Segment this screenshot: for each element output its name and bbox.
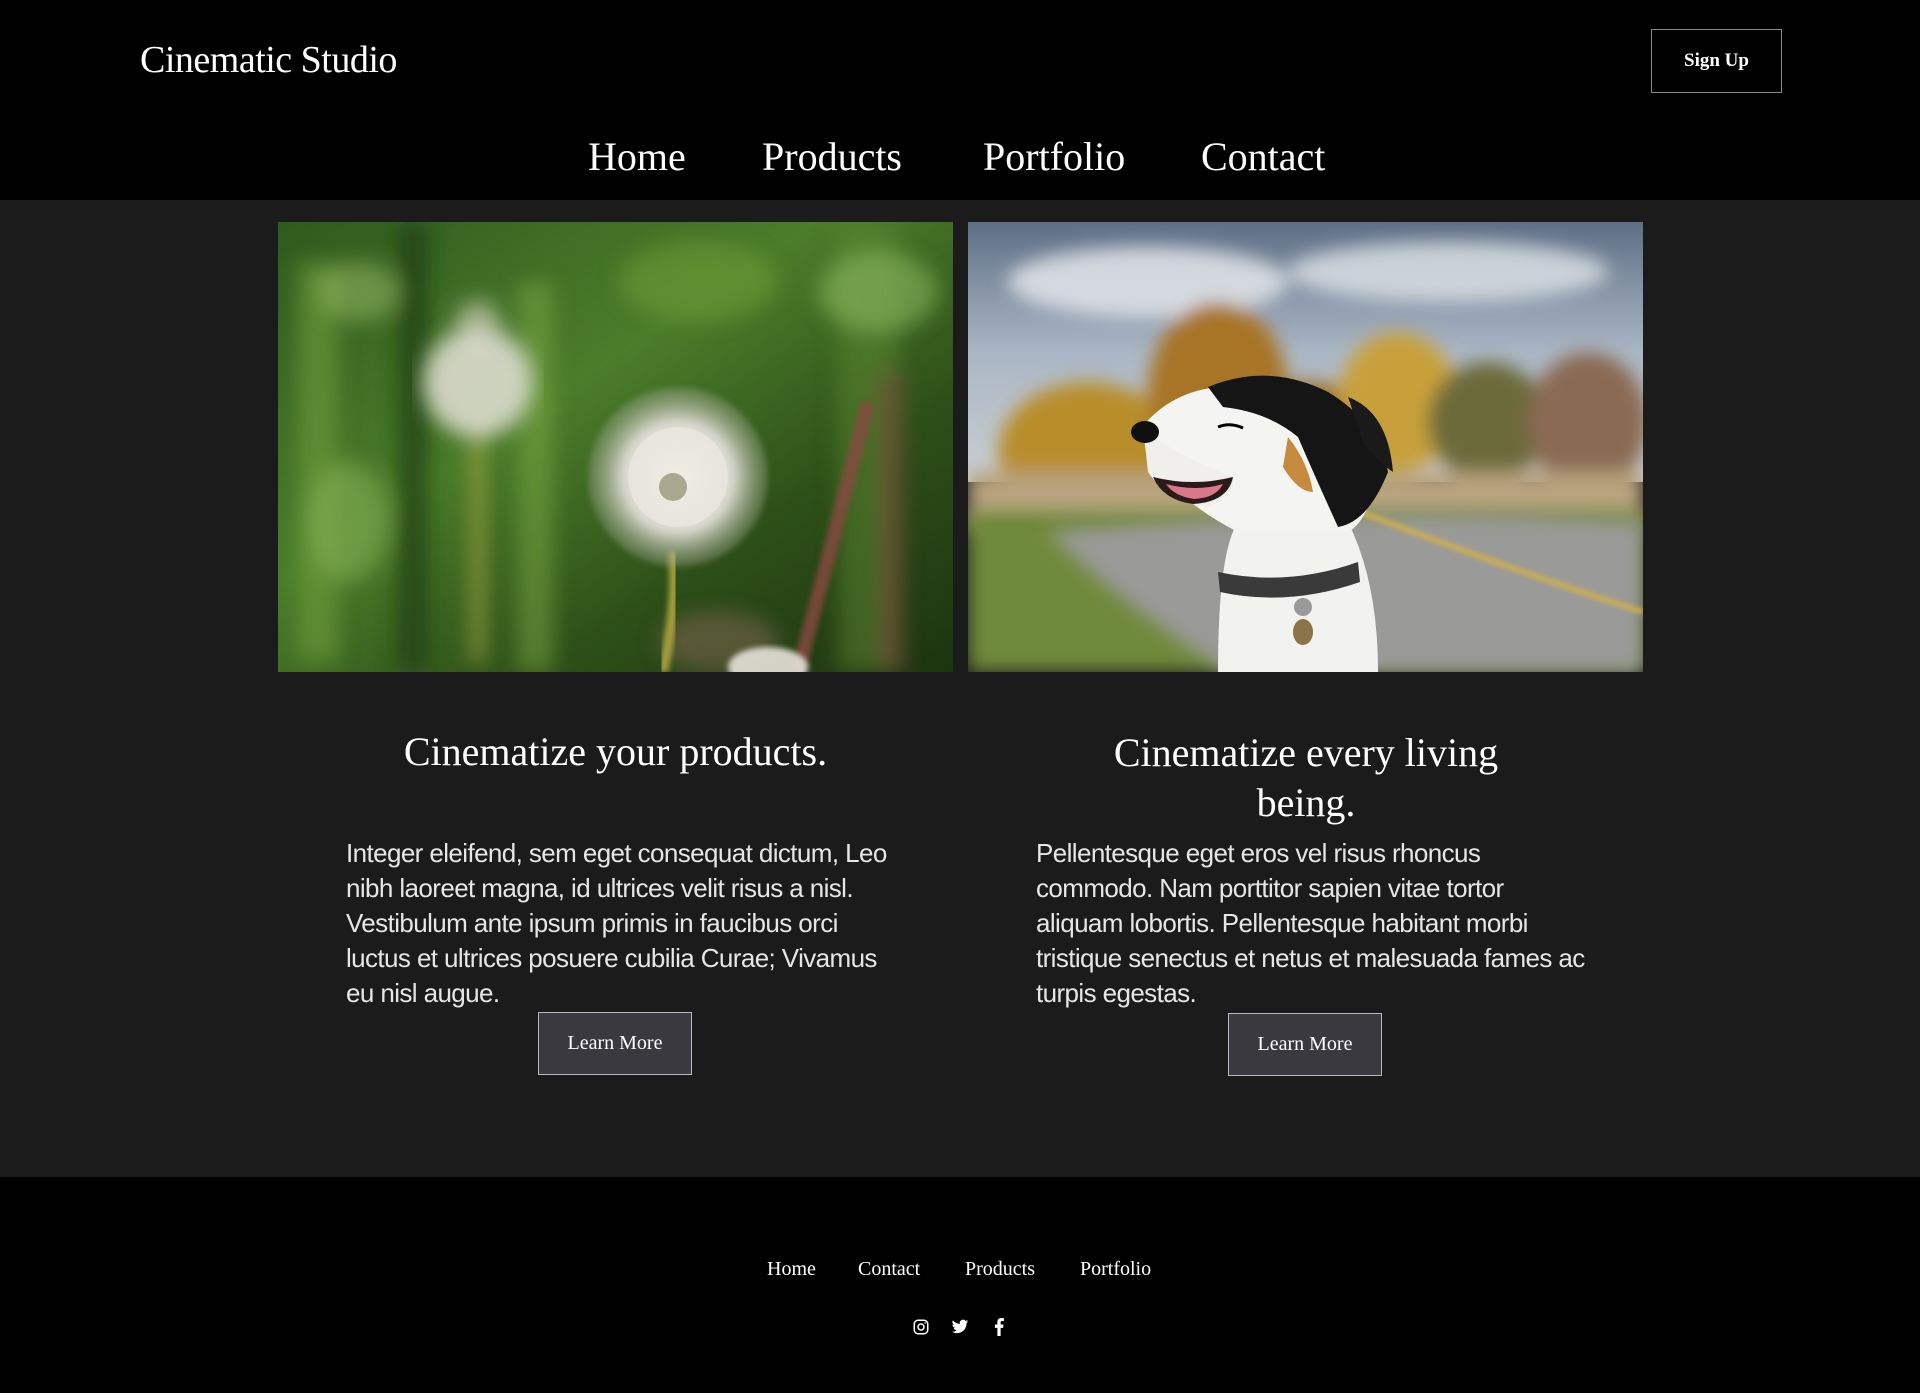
learn-more-button-products[interactable]: Learn More (538, 1012, 692, 1075)
instagram-icon[interactable] (911, 1317, 931, 1337)
card-title-products: Cinematize your products. (403, 729, 828, 774)
card-body-living: Pellentesque eget eros vel risus rhoncus… (1036, 838, 1585, 1008)
footer-link-portfolio[interactable]: Portfolio (1080, 1258, 1151, 1281)
learn-more-button-living[interactable]: Learn More (1228, 1013, 1382, 1076)
card-title-living: Cinematize every living being. (1113, 730, 1499, 825)
dog-photo (968, 222, 1643, 672)
twitter-icon[interactable] (950, 1317, 970, 1337)
card-body-products: Integer eleifend, sem eget consequat dic… (346, 838, 887, 1008)
sign-up-button[interactable]: Sign Up (1651, 29, 1782, 93)
nav-item-products[interactable]: Products (762, 132, 902, 182)
main-nav: Home Products Portfolio Contact (0, 132, 1920, 182)
facebook-icon[interactable] (989, 1317, 1009, 1337)
nav-item-portfolio[interactable]: Portfolio (983, 132, 1125, 182)
footer-link-home[interactable]: Home (767, 1258, 816, 1281)
nav-item-home[interactable]: Home (588, 132, 686, 182)
brand-logo[interactable]: Cinematic Studio (140, 38, 397, 82)
dandelion-photo (278, 222, 953, 672)
site-header: Cinematic Studio Sign Up Home Products P… (0, 0, 1920, 200)
site-footer (0, 1177, 1920, 1393)
nav-item-contact[interactable]: Contact (1201, 132, 1325, 182)
footer-link-products[interactable]: Products (965, 1258, 1035, 1281)
footer-link-contact[interactable]: Contact (858, 1258, 920, 1281)
